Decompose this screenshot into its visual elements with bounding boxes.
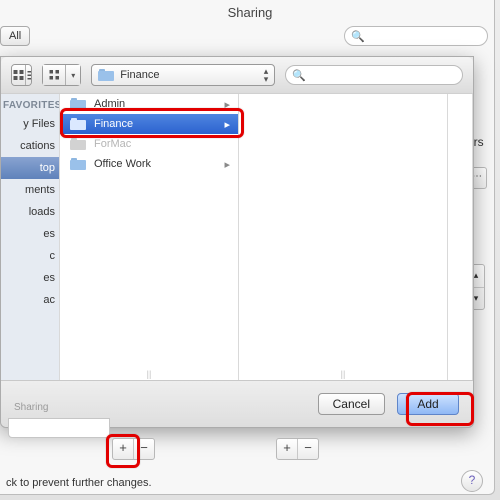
add-user-button[interactable]: + <box>277 439 298 459</box>
lock-text: ck to prevent further changes. <box>6 477 152 489</box>
folders-plus-minus: + − <box>112 438 155 460</box>
column-2[interactable]: || <box>239 94 448 381</box>
chevron-right-icon: ▸ <box>224 158 230 171</box>
sidebar-item[interactable]: y Files <box>1 113 59 135</box>
sidebar-item[interactable]: cations <box>1 135 59 157</box>
chevron-right-icon: ▸ <box>224 118 230 131</box>
folder-row[interactable]: Office Work ▸ <box>60 154 238 174</box>
file-chooser-sheet: ▾ Finance ▴▾ 🔍 FAVORITES y Filescationst… <box>0 56 474 428</box>
chevron-right-icon: ▸ <box>224 98 230 111</box>
help-button[interactable]: ? <box>461 470 483 492</box>
list-view-button[interactable] <box>26 65 32 85</box>
sidebar-section-favorites: FAVORITES <box>1 94 59 113</box>
toolbar: All 🔍 <box>0 22 488 50</box>
view-mode-segment[interactable] <box>11 64 32 86</box>
sidebar-item[interactable]: ments <box>1 179 59 201</box>
arrange-icon[interactable] <box>43 65 66 85</box>
path-label: Finance <box>120 69 159 81</box>
show-all-button[interactable]: All <box>0 26 30 46</box>
column-resize-icon[interactable]: || <box>341 369 346 379</box>
users-plus-minus: + − <box>276 438 319 460</box>
shared-folders-list <box>8 418 110 438</box>
add-button[interactable]: Add <box>397 393 459 415</box>
add-folder-button[interactable]: + <box>113 439 134 459</box>
window-title: Sharing <box>0 5 500 20</box>
column-browser: FAVORITES y Filescationstopmentsloadsesc… <box>1 93 473 381</box>
folder-row[interactable]: Finance ▸ <box>60 114 238 134</box>
column-3 <box>448 94 473 381</box>
folder-icon <box>70 158 86 170</box>
remove-folder-button[interactable]: − <box>134 439 154 459</box>
folder-icon <box>70 98 86 110</box>
sheet-search[interactable]: 🔍 <box>285 65 463 85</box>
sidebar-item[interactable]: es <box>1 223 59 245</box>
search-icon: 🔍 <box>292 69 306 82</box>
folder-label: Admin <box>94 98 125 110</box>
path-popup[interactable]: Finance ▴▾ <box>91 64 275 86</box>
folder-row[interactable]: Admin ▸ <box>60 94 238 114</box>
folder-icon <box>70 118 86 130</box>
folder-row[interactable]: ForMac <box>60 134 238 154</box>
folder-label: Finance <box>94 118 133 130</box>
shared-folders-label: Sharing <box>14 402 48 413</box>
toolbar-search-input[interactable] <box>369 29 500 43</box>
sheet-search-input[interactable] <box>310 68 456 82</box>
column-1[interactable]: Admin ▸ Finance ▸ ForMac Office Work ▸ || <box>60 94 239 381</box>
toolbar-search[interactable]: 🔍 <box>344 26 488 46</box>
sidebar-item[interactable]: loads <box>1 201 59 223</box>
column-resize-icon[interactable]: || <box>147 369 152 379</box>
updown-icon: ▴▾ <box>264 67 269 83</box>
sidebar-item[interactable]: c <box>1 245 59 267</box>
sidebar: FAVORITES y Filescationstopmentsloadsesc… <box>1 94 60 381</box>
arrange-dropdown-icon[interactable]: ▾ <box>66 65 80 85</box>
remove-user-button[interactable]: − <box>298 439 318 459</box>
sheet-toolbar: ▾ Finance ▴▾ 🔍 <box>1 57 473 94</box>
folder-label: Office Work <box>94 158 151 170</box>
folder-label: ForMac <box>94 138 131 150</box>
sidebar-item[interactable]: top <box>1 157 59 179</box>
sidebar-item[interactable]: es <box>1 267 59 289</box>
arrange-segment[interactable]: ▾ <box>42 64 81 86</box>
folder-icon <box>98 69 114 81</box>
icon-view-button[interactable] <box>12 65 26 85</box>
search-icon: 🔍 <box>351 30 365 43</box>
sidebar-item[interactable]: ac <box>1 289 59 311</box>
cancel-button[interactable]: Cancel <box>318 393 385 415</box>
folder-icon <box>70 138 86 150</box>
